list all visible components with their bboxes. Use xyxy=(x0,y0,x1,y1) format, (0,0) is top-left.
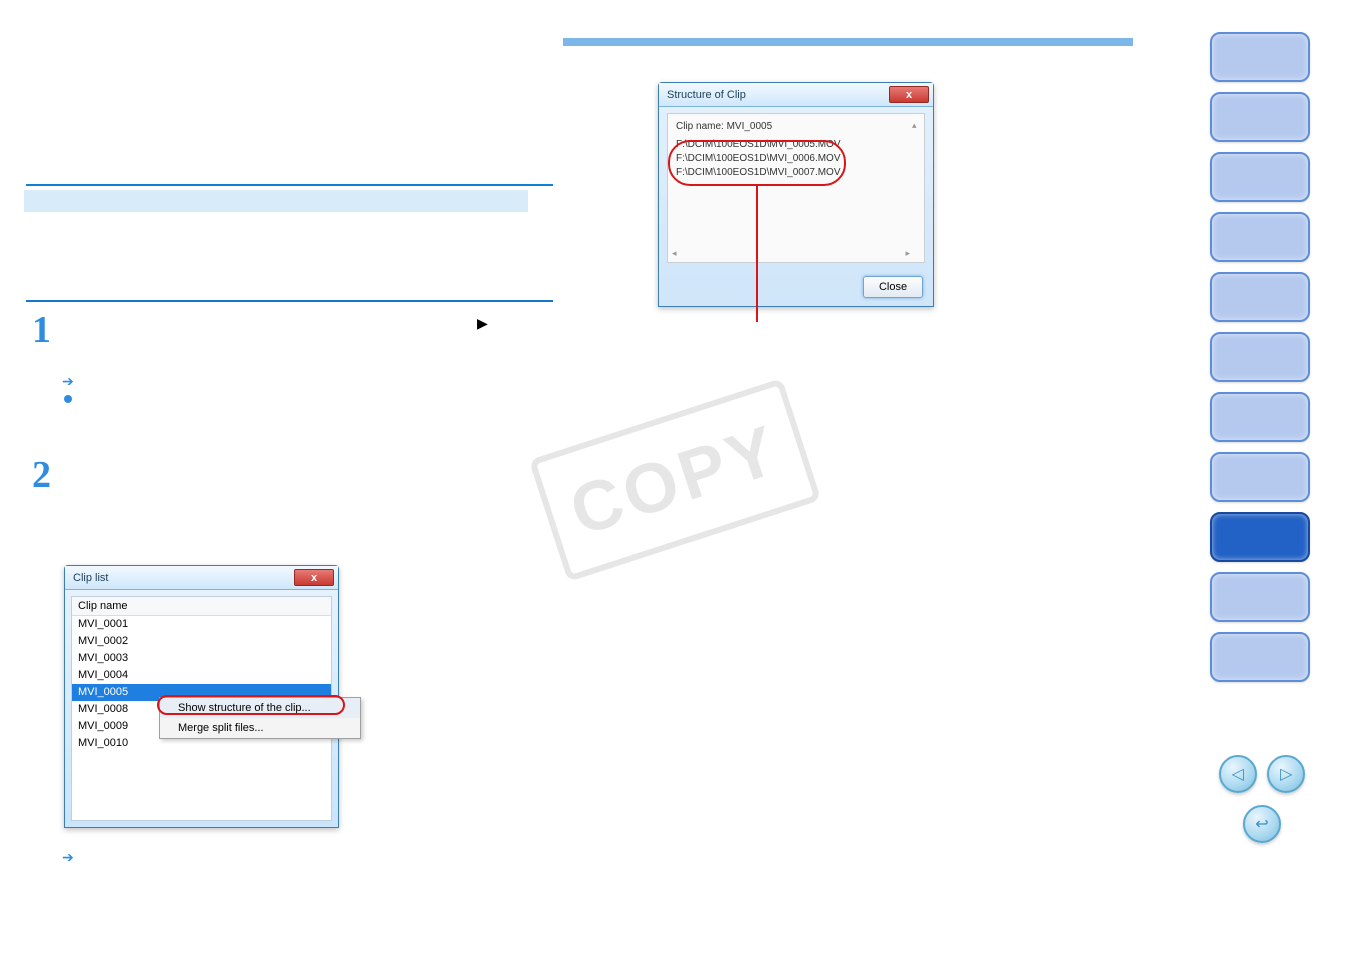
step-2-number: 2 xyxy=(32,453,51,497)
close-button[interactable]: Close xyxy=(863,276,923,298)
sidebar-tab-10[interactable] xyxy=(1210,572,1310,622)
clip-list-titlebar[interactable]: Clip list x xyxy=(65,566,338,590)
close-icon[interactable]: x xyxy=(889,86,929,103)
list-item[interactable]: MVI_0001 xyxy=(72,616,331,633)
scroll-left-icon[interactable]: ◂ xyxy=(672,246,677,260)
structure-dialog-title: Structure of Clip xyxy=(667,89,746,101)
list-item[interactable]: MVI_0004 xyxy=(72,667,331,684)
structure-of-clip-dialog: Structure of Clip x Clip name: MVI_0005 … xyxy=(658,82,934,307)
close-icon[interactable]: x xyxy=(294,569,334,586)
return-button[interactable]: ↩ xyxy=(1243,805,1281,843)
menu-merge-split[interactable]: Merge split files... xyxy=(160,718,360,738)
sidebar-tab-5[interactable] xyxy=(1210,272,1310,322)
section-rule-top xyxy=(26,184,553,186)
step-1-number: 1 xyxy=(32,308,51,352)
triangle-left-icon: ◁ xyxy=(1232,764,1244,784)
sidebar-tab-3[interactable] xyxy=(1210,152,1310,202)
clip-list-column-header[interactable]: Clip name xyxy=(72,597,331,616)
sidebar-nav xyxy=(1210,32,1310,682)
triangle-right-icon: ▷ xyxy=(1280,764,1292,784)
clip-list-title: Clip list xyxy=(73,572,108,584)
copy-watermark-text: COPY xyxy=(529,378,822,582)
play-icon: ▶ xyxy=(477,315,488,332)
structure-dialog-body: Clip name: MVI_0005 F:\DCIM\100EOS1D\MVI… xyxy=(667,113,925,263)
highlight-oval-structure xyxy=(668,140,846,186)
sidebar-tab-9-active[interactable] xyxy=(1210,512,1310,562)
sidebar-tab-1[interactable] xyxy=(1210,32,1310,82)
header-divider xyxy=(563,38,1133,46)
scroll-up-icon[interactable]: ▴ xyxy=(912,118,922,128)
sidebar-tab-4[interactable] xyxy=(1210,212,1310,262)
next-page-button[interactable]: ▷ xyxy=(1267,755,1305,793)
copy-watermark: COPY xyxy=(459,274,891,686)
scroll-right-icon[interactable]: ▸ xyxy=(905,246,910,260)
shaded-heading-band xyxy=(24,190,528,212)
bullet-dot-icon xyxy=(64,395,72,403)
section-rule-mid xyxy=(26,300,553,302)
clip-name-label: Clip name: MVI_0005 xyxy=(676,120,916,134)
result-arrow-icon: ➔ xyxy=(62,849,74,866)
return-arrow-icon: ↩ xyxy=(1255,814,1268,834)
result-arrow-icon: ➔ xyxy=(62,373,74,390)
list-item[interactable]: MVI_0002 xyxy=(72,633,331,650)
structure-dialog-titlebar[interactable]: Structure of Clip x xyxy=(659,83,933,107)
sidebar-tab-6[interactable] xyxy=(1210,332,1310,382)
sidebar-tab-2[interactable] xyxy=(1210,92,1310,142)
page-nav-buttons: ◁ ▷ ↩ xyxy=(1212,752,1312,846)
highlight-oval-context xyxy=(157,695,345,715)
sidebar-tab-11[interactable] xyxy=(1210,632,1310,682)
prev-page-button[interactable]: ◁ xyxy=(1219,755,1257,793)
left-column xyxy=(26,190,558,212)
sidebar-tab-8[interactable] xyxy=(1210,452,1310,502)
list-item[interactable]: MVI_0003 xyxy=(72,650,331,667)
sidebar-tab-7[interactable] xyxy=(1210,392,1310,442)
